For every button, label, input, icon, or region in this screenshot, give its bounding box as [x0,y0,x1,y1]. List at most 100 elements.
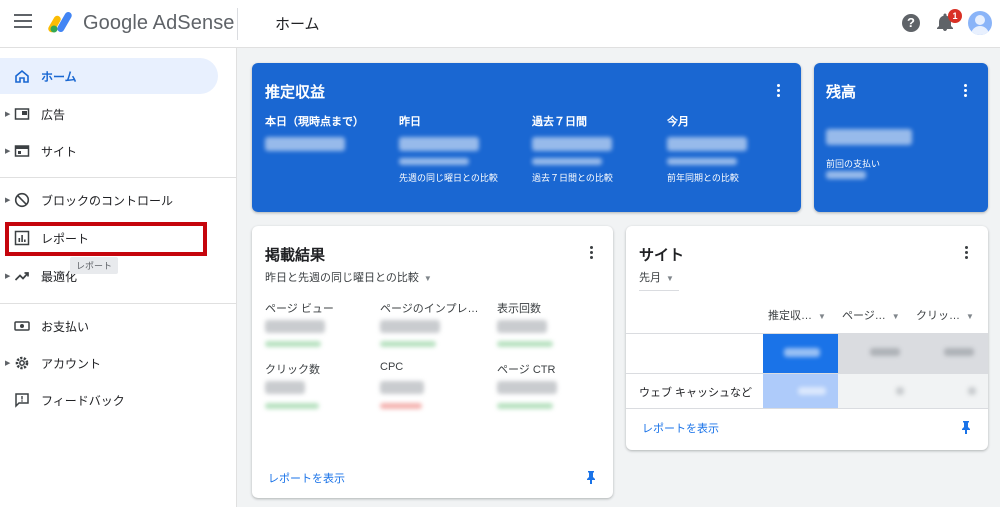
column-header-label: ページ… [842,310,886,322]
account-avatar[interactable] [968,11,992,35]
metric-page-ctr-value-redacted [497,381,557,394]
expand-caret-icon: ▶ [5,273,11,280]
metric-page-ctr-change-redacted [497,403,553,409]
more-options-icon[interactable] [777,84,781,98]
expand-caret-icon: ▶ [5,111,11,118]
dropdown-arrow-icon: ▼ [423,274,432,283]
earnings-month-caption: 前年同期との比較 [667,173,739,183]
sidebar-item-label: お支払い [41,319,90,334]
total-clicks-value-redacted [944,348,974,356]
adsense-logo-icon[interactable] [48,10,76,34]
metric-clicks-change-redacted [265,403,319,409]
sort-arrow-icon: ▼ [891,312,900,321]
feedback-icon [15,393,29,408]
pin-icon[interactable] [961,420,971,434]
card-title: 掲載結果 [265,247,326,264]
sidebar-item-feedback[interactable]: フィードバック [0,382,218,418]
table-divider [626,408,988,409]
earnings-yesterday-label: 昨日 [399,116,421,128]
sidebar-item-account[interactable]: ▶ アカウント [0,345,218,381]
more-options-icon[interactable] [965,246,969,260]
metric-cpc-change-redacted [380,403,422,409]
total-earnings-value-redacted [784,348,820,357]
sidebar-item-label: フィードバック [41,393,125,408]
column-header-clicks[interactable]: クリッ… ▼ [916,307,974,323]
total-pageviews-value-redacted [870,348,900,356]
column-header-label: クリッ… [916,310,960,322]
last-payment-value-redacted [826,171,866,179]
dropdown-underline [639,290,679,291]
earnings-7days-change-redacted [532,158,602,165]
earnings-month-value-redacted [667,137,747,151]
report-highlight-annotation [5,222,207,256]
sidebar-item-ads[interactable]: ▶ 広告 [0,96,218,132]
card-title: サイト [639,247,685,264]
top-app-bar: Google AdSense ホーム ? 1 [0,0,1000,48]
earnings-yesterday-caption: 先週の同じ曜日との比較 [399,173,498,183]
comparison-dropdown[interactable]: 昨日と先週の同じ曜日との比較 ▼ [265,269,432,285]
card-title: 推定収益 [265,84,326,101]
sidebar-nav: ホーム ▶ 広告 ▶ サイト ▶ ブロックのコントロール レポート ▶ 最適化 … [0,48,237,507]
metric-clicks-label: クリック数 [265,364,320,376]
site-row-label: ウェブ キャッシュなど [639,387,753,399]
report-tooltip: レポート [70,257,119,274]
site-earnings-value-redacted [798,387,826,395]
help-icon[interactable]: ? [902,14,920,32]
metric-cpc-value-redacted [380,381,424,394]
period-dropdown[interactable]: 先月 ▼ [639,269,674,285]
metric-page-impressions-label: ページのインプレ… [380,303,479,315]
column-header-label: 推定収… [768,310,812,322]
more-options-icon[interactable] [964,84,968,98]
card-title: 残高 [826,84,857,101]
expand-caret-icon: ▶ [5,148,11,155]
metric-pageviews-change-redacted [265,341,321,347]
column-header-pageviews[interactable]: ページ… ▼ [842,307,900,323]
dropdown-arrow-icon: ▼ [666,274,674,283]
sites-view-report-link[interactable]: レポートを表示 [642,420,719,436]
column-header-estimated-earnings[interactable]: 推定収… ▼ [768,307,826,323]
metric-cpc-label: CPC [380,361,404,373]
balance-value-redacted [826,129,912,145]
header-divider [237,8,238,40]
metric-impressions-value-redacted [497,320,547,333]
sidebar-item-label: サイト [41,144,78,159]
metric-pageviews-label: ページ ビュー [265,303,334,315]
ads-icon [14,108,30,120]
estimated-earnings-card: 推定収益 本日（現時点まで） 昨日 先週の同じ曜日との比較 過去７日間 過去７日… [252,63,801,212]
app-name: Google AdSense [83,12,235,34]
site-pageviews-value-redacted [896,387,904,395]
sidebar-item-label: 広告 [41,107,66,122]
menu-icon[interactable] [14,14,32,30]
sidebar-item-payments[interactable]: お支払い [0,308,218,344]
site-clicks-value-redacted [968,387,976,395]
gear-icon [15,356,29,370]
sidebar-item-home[interactable]: ホーム [0,58,218,94]
more-options-icon[interactable] [590,246,594,260]
sort-arrow-icon: ▼ [966,312,974,321]
sites-card: サイト 先月 ▼ 推定収… ▼ ページ… ▼ クリッ… ▼ ウェブ キャッシュなど レポ… [626,226,988,450]
earnings-month-label: 今月 [667,116,689,128]
nav-divider [0,303,237,304]
metric-page-impressions-change-redacted [380,341,436,347]
balance-card: 残高 前回の支払い [814,63,988,212]
metric-clicks-value-redacted [265,381,305,394]
metric-page-impressions-value-redacted [380,320,440,333]
performance-view-report-link[interactable]: レポートを表示 [268,470,345,486]
sidebar-item-sites[interactable]: ▶ サイト [0,133,218,169]
earnings-7days-caption: 過去７日間との比較 [532,173,613,183]
page-title: ホーム [275,16,320,33]
trending-up-icon [14,272,29,281]
earnings-today-label: 本日（現時点まで） [265,116,364,128]
notification-count-badge: 1 [948,9,962,23]
pin-icon[interactable] [586,470,596,484]
last-payment-caption: 前回の支払い [826,159,881,169]
sidebar-item-block-controls[interactable]: ▶ ブロックのコントロール [0,182,218,218]
payments-icon [14,321,30,331]
earnings-7days-value-redacted [532,137,612,151]
earnings-yesterday-change-redacted [399,158,469,165]
table-row[interactable]: ウェブ キャッシュなど [626,374,988,408]
block-icon [14,192,30,208]
expand-caret-icon: ▶ [5,197,11,204]
earnings-month-change-redacted [667,158,737,165]
comparison-dropdown-value: 昨日と先週の同じ曜日との比較 [265,272,419,284]
